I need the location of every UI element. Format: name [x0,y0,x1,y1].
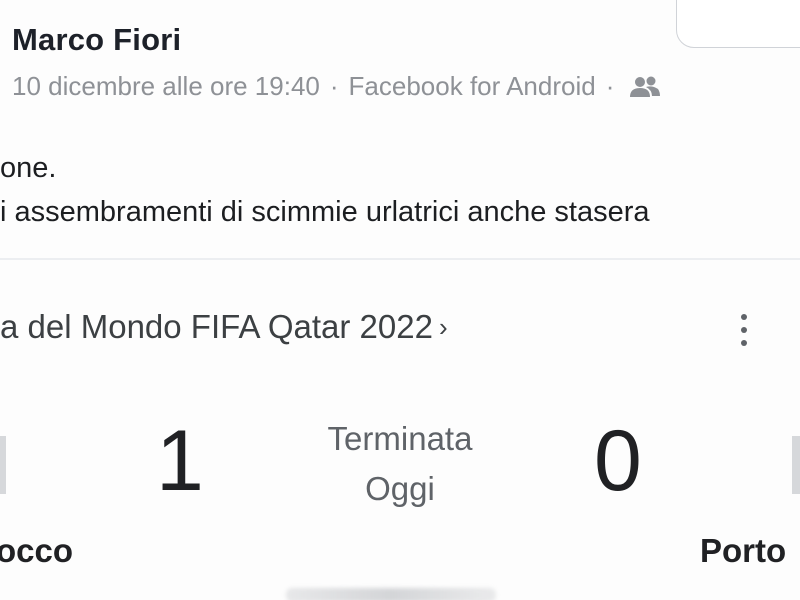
post-text-line: i assembramenti di scimmie urlatrici anc… [0,196,650,228]
top-right-card-edge [676,0,800,48]
post-meta: 10 dicembre alle ore 19:40 · Facebook fo… [12,71,662,102]
post-author-name[interactable]: Marco Fiori [12,22,181,58]
match-status: Terminata [327,420,473,457]
divider [0,258,800,260]
away-team-crest [792,436,800,494]
friends-icon[interactable] [628,75,662,99]
competition-name[interactable]: a del Mondo FIFA Qatar 2022 [0,308,433,346]
screenshot-page: Marco Fiori 10 dicembre alle ore 19:40 ·… [0,0,800,600]
match-card-title[interactable]: a del Mondo FIFA Qatar 2022 › [0,308,448,346]
meta-separator: · [605,71,615,101]
post-text-line: one. [0,152,57,184]
home-team-crest [0,436,6,494]
blurred-footer-text [286,588,496,600]
post-source: Facebook for Android [348,71,596,101]
match-date: Oggi [365,470,435,507]
home-team-name[interactable]: occo [0,532,73,570]
home-score: 1 [156,413,204,509]
post-date[interactable]: 10 dicembre alle ore 19:40 [12,71,320,102]
meta-separator: · [329,71,339,101]
more-options-icon[interactable] [732,312,756,352]
away-team-name[interactable]: Porto [700,532,786,570]
chevron-right-icon[interactable]: › [439,312,448,343]
away-score: 0 [594,413,642,509]
